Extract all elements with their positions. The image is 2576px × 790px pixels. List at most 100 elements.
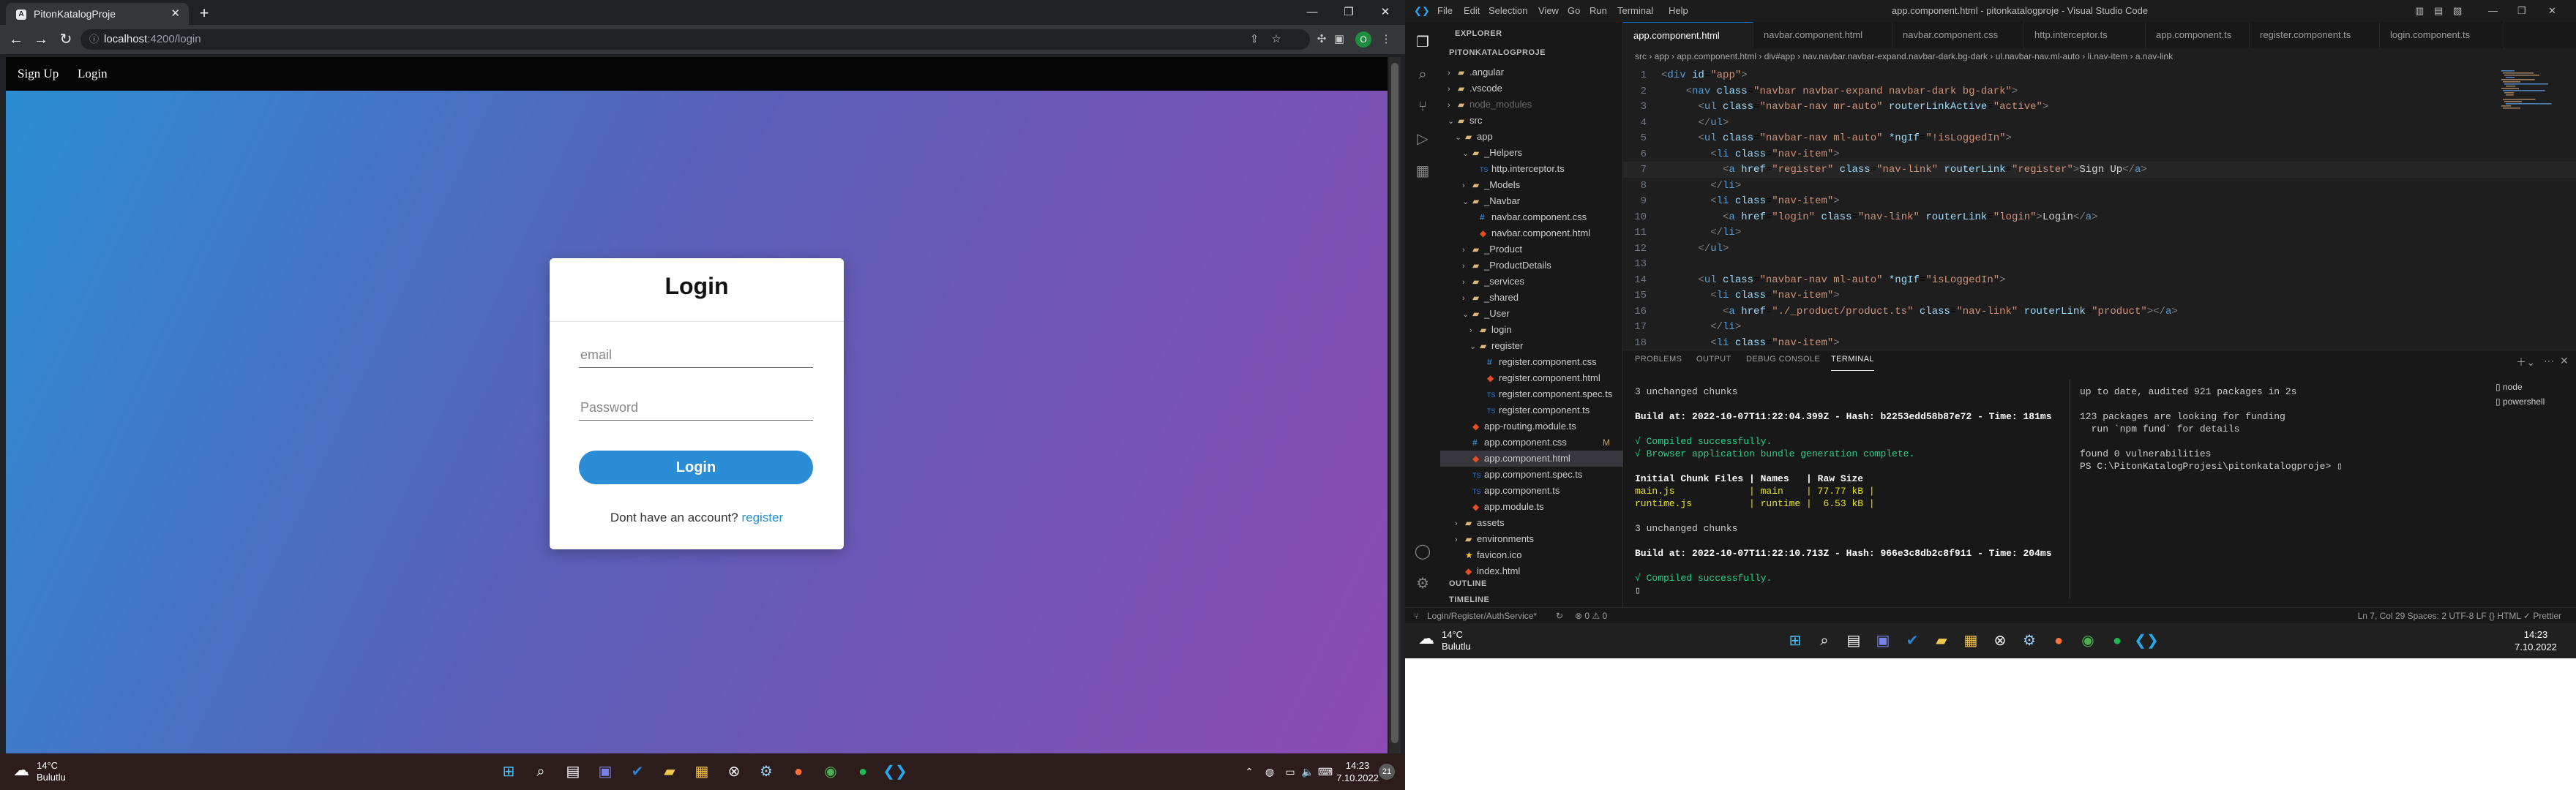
editor-tab[interactable]: http.interceptor.ts [2024,22,2146,48]
nav-signup-link[interactable]: Sign Up [18,57,59,91]
new-tab-button[interactable]: + [193,3,215,23]
register-link[interactable]: register [741,511,783,524]
panel-toggle-icon[interactable]: ▤ [2434,0,2443,22]
code-line[interactable]: 13 [1623,256,2576,272]
breadcrumb[interactable]: src › app › app.component.html › div#app… [1623,48,2576,64]
tree-item[interactable]: › ▰ .vscode [1440,80,1623,97]
branch-name[interactable]: Login/Register/AuthService* [1427,608,1537,624]
firefox-icon[interactable]: ● [786,759,811,784]
tab-problems[interactable]: PROBLEMS [1635,355,1682,371]
tab-terminal[interactable]: TERMINAL [1831,355,1874,371]
outline-heading[interactable]: OUTLINE [1449,579,1487,588]
terminal-list-item[interactable]: ▯ node [2488,380,2576,394]
sync-icon[interactable]: ↻ [1556,608,1563,624]
code-line[interactable]: 6 <li class="nav-item"> [1623,146,2576,162]
extensions-icon[interactable]: ✣ [1314,32,1329,47]
store-icon[interactable]: ▦ [689,759,714,784]
task-view-icon[interactable]: ▤ [1841,628,1866,653]
browser-tab[interactable]: A PitonKatalogProje ✕ [6,3,189,25]
tree-item[interactable]: › ▰ .angular [1440,64,1623,80]
tree-item[interactable]: ⌄ ▰ register [1440,338,1623,354]
panel-close-icon[interactable]: ✕ [2560,355,2569,371]
xbox-icon[interactable]: ⊗ [722,759,746,784]
code-line[interactable]: 9 <li class="nav-item"> [1623,193,2576,209]
back-icon[interactable]: ← [6,29,26,50]
tree-item[interactable]: ★ favicon.ico [1440,547,1623,563]
side-panel-icon[interactable]: ▣ [1332,32,1347,47]
menu-run[interactable]: Run [1590,0,1607,22]
code-line[interactable]: 18 <li class="nav-item"> [1623,335,2576,351]
minimap[interactable] [2487,64,2575,350]
tree-item[interactable]: ⌄ ▰ _Navbar [1440,193,1623,209]
menu-file[interactable]: File [1437,0,1453,22]
reload-icon[interactable]: ↻ [56,29,76,50]
editor-tab[interactable]: register.component.ts [2250,22,2380,48]
tree-item[interactable]: › ▰ assets [1440,515,1623,531]
code-line[interactable]: 11 </li> [1623,225,2576,241]
menu-terminal[interactable]: Terminal [1617,0,1653,22]
maximize-icon[interactable]: ❐ [1332,1,1366,23]
tree-item[interactable]: # navbar.component.css [1440,209,1623,225]
xbox-icon[interactable]: ⊗ [1988,628,2012,653]
code-line[interactable]: 16 <a href="./_product/product.ts" class… [1623,304,2576,320]
tree-item[interactable]: › ▰ environments [1440,531,1623,547]
page-scrollbar-thumb[interactable] [1391,63,1399,743]
taskbar-clock[interactable]: 14:23 7.10.2022 [2510,628,2561,653]
vscode-icon[interactable]: ❮❯ [883,759,907,784]
search-icon[interactable]: ⌕ [528,759,553,784]
extensions-icon[interactable]: ▦ [1414,162,1431,180]
tree-item[interactable]: TS register.component.spec.ts [1440,386,1623,402]
chrome-icon[interactable]: ◉ [818,759,843,784]
vscode-icon[interactable]: ❮❯ [2134,628,2159,653]
info-icon[interactable]: ⓘ [89,29,99,50]
layout-icon[interactable]: ▥ [2415,0,2424,22]
tree-item[interactable]: TS app.component.spec.ts [1440,467,1623,483]
status-right[interactable]: Ln 7, Col 29 Spaces: 2 UTF-8 LF {} HTML … [2358,608,2561,624]
tree-item[interactable]: TS http.interceptor.ts [1440,161,1623,177]
more-menu-icon[interactable]: ⋮ [1379,32,1393,47]
file-explorer-icon[interactable]: ▰ [1929,628,1954,653]
menu-selection[interactable]: Selection [1489,0,1527,22]
teams-icon[interactable]: ▣ [593,759,618,784]
firefox-icon[interactable]: ● [2046,628,2071,653]
todo-icon[interactable]: ✔ [625,759,650,784]
task-view-icon[interactable]: ▤ [561,759,585,784]
profile-avatar[interactable]: O [1355,31,1371,48]
accounts-icon[interactable]: ◯ [1414,543,1431,560]
search-icon[interactable]: ⌕ [1812,628,1837,653]
forward-icon[interactable]: → [31,29,51,50]
tree-item[interactable]: TS app.component.ts [1440,483,1623,499]
editor-tab[interactable]: navbar.component.html [1753,22,1892,48]
login-button[interactable]: Login [579,451,813,484]
close-window-icon[interactable]: ✕ [1368,1,1402,23]
sidebar-toggle-icon[interactable]: ▧ [2453,0,2462,22]
tree-item[interactable]: ◆ app.component.html [1440,451,1623,467]
code-line[interactable]: 15 <li class="nav-item"> [1623,287,2576,304]
teams-icon[interactable]: ▣ [1871,628,1895,653]
search-icon[interactable]: ⌕ [1414,66,1431,83]
tree-item[interactable]: › ▰ _Product [1440,241,1623,257]
tree-item[interactable]: TS register.component.ts [1440,402,1623,418]
timeline-heading[interactable]: TIMELINE [1449,595,1489,604]
code-line[interactable]: 8 </li> [1623,178,2576,194]
tree-item[interactable]: # register.component.css [1440,354,1623,370]
menu-help[interactable]: Help [1669,0,1688,22]
chrome-icon[interactable]: ◉ [2075,628,2100,653]
source-control-icon[interactable]: ⑂ [1414,98,1431,116]
menu-view[interactable]: View [1538,0,1559,22]
code-line[interactable]: 4 </ul> [1623,115,2576,131]
settings-gear-icon[interactable]: ⚙ [1414,575,1431,592]
menu-go[interactable]: Go [1568,0,1580,22]
tree-item[interactable]: ◆ app.module.ts [1440,499,1623,515]
code-line[interactable]: 5 <ul class="navbar-nav ml-auto" *ngIf="… [1623,130,2576,146]
tree-item[interactable]: › ▰ _ProductDetails [1440,257,1623,274]
code-line[interactable]: 12 </ul> [1623,241,2576,257]
windows-start-icon[interactable]: ⊞ [496,759,521,784]
cloud-icon[interactable]: ☁ [13,761,29,780]
file-explorer-icon[interactable]: ▰ [657,759,682,784]
tab-debug-console[interactable]: DEBUG CONSOLE [1746,355,1820,371]
tree-item[interactable]: › ▰ _services [1440,274,1623,290]
code-line[interactable]: 14 <ul class="navbar-nav ml-auto" *ngIf=… [1623,272,2576,288]
tree-item[interactable]: › ▰ _shared [1440,290,1623,306]
panel-more-icon[interactable]: ⋯ [2544,355,2554,371]
